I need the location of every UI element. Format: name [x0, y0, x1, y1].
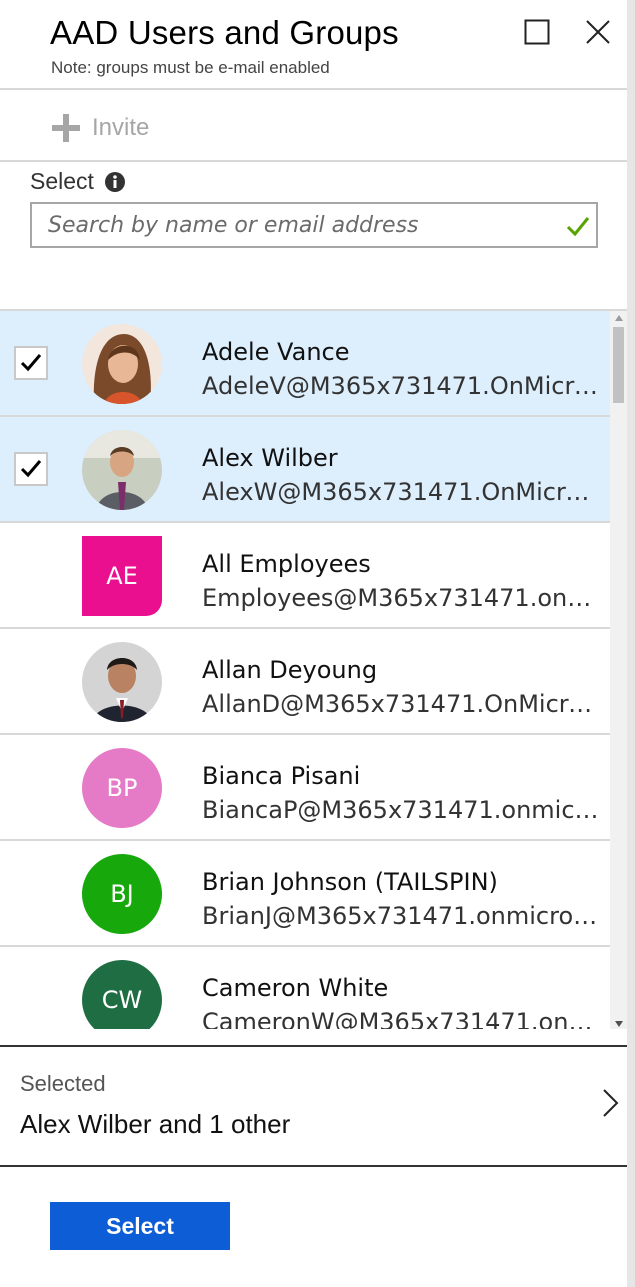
group-name: All Employees — [202, 550, 371, 578]
info-icon[interactable] — [104, 171, 126, 193]
valid-check-icon — [566, 217, 590, 237]
avatar: BP — [82, 748, 162, 828]
selected-summary-label: Selected — [20, 1071, 106, 1096]
avatar-initials: BP — [106, 774, 138, 802]
avatar-initials: CW — [101, 986, 143, 1014]
list-item-allan-deyoung[interactable]: Allan Deyoung AllanD@M365x731471.OnMicro… — [0, 629, 610, 735]
avatar-initials: AE — [106, 562, 138, 590]
scroll-down-arrow-icon[interactable] — [613, 1019, 624, 1029]
selected-summary[interactable]: Selected Alex Wilber and 1 other — [0, 1045, 627, 1167]
checkmark-icon — [20, 460, 42, 478]
row-checkbox[interactable] — [14, 452, 48, 486]
select-label-text: Select — [30, 168, 94, 194]
maximize-button[interactable] — [517, 12, 557, 52]
selected-summary-value: Alex Wilber and 1 other — [20, 1109, 291, 1139]
search-field — [30, 202, 598, 248]
window-edge — [627, 0, 635, 1287]
scroll-thumb[interactable] — [613, 327, 624, 403]
user-name: Brian Johnson (TAILSPIN) — [202, 868, 498, 896]
user-email: BrianJ@M365x731471.onmicroso... — [202, 902, 602, 930]
user-email: CameronW@M365x731471.onmi... — [202, 1008, 602, 1029]
avatar: CW — [82, 960, 162, 1029]
avatar-initials: BJ — [110, 880, 134, 908]
close-button[interactable] — [578, 12, 618, 52]
user-name: Bianca Pisani — [202, 762, 361, 790]
list-item-bianca-pisani[interactable]: BP Bianca Pisani BiancaP@M365x731471.onm… — [0, 735, 610, 841]
list-scrollbar[interactable] — [610, 311, 627, 1029]
user-email: AlexW@M365x731471.OnMicros... — [202, 478, 602, 506]
user-name: Cameron White — [202, 974, 389, 1002]
avatar — [82, 324, 162, 404]
plus-icon — [52, 114, 80, 142]
row-checkbox[interactable] — [14, 346, 48, 380]
invite-label: Invite — [92, 114, 150, 141]
user-name: Adele Vance — [202, 338, 350, 366]
invite-button[interactable]: Invite — [50, 108, 149, 148]
list-item-cameron-white[interactable]: CW Cameron White CameronW@M365x731471.on… — [0, 947, 610, 1029]
list-item-brian-johnson[interactable]: BJ Brian Johnson (TAILSPIN) BrianJ@M365x… — [0, 841, 610, 947]
close-icon — [586, 20, 610, 44]
header-divider — [0, 88, 627, 90]
user-list: Adele Vance AdeleV@M365x731471.OnMicro..… — [0, 309, 627, 1029]
user-name: Allan Deyoung — [202, 656, 378, 684]
group-email: Employees@M365x731471.onmi... — [202, 584, 602, 612]
panel-subtitle: Note: groups must be e-mail enabled — [51, 58, 330, 77]
list-item-alex-wilber[interactable]: Alex Wilber AlexW@M365x731471.OnMicros..… — [0, 417, 610, 523]
select-field-label: Select — [30, 168, 126, 195]
list-item-all-employees[interactable]: AE All Employees Employees@M365x731471.o… — [0, 523, 610, 629]
select-button[interactable]: Select — [50, 1202, 230, 1250]
avatar — [82, 642, 162, 722]
panel-title: AAD Users and Groups — [50, 14, 399, 51]
search-input[interactable] — [32, 204, 552, 246]
avatar: BJ — [82, 854, 162, 934]
maximize-icon — [524, 19, 550, 45]
user-email: BiancaP@M365x731471.onmicro... — [202, 796, 602, 824]
chevron-right-icon — [603, 1089, 619, 1117]
group-avatar: AE — [82, 536, 162, 616]
toolbar-divider — [0, 160, 627, 162]
checkmark-icon — [20, 354, 42, 372]
scroll-up-arrow-icon[interactable] — [613, 313, 624, 323]
user-email: AdeleV@M365x731471.OnMicro... — [202, 372, 602, 400]
users-groups-panel: AAD Users and Groups Note: groups must b… — [0, 0, 627, 1287]
user-name: Alex Wilber — [202, 444, 338, 472]
user-email: AllanD@M365x731471.OnMicros... — [202, 690, 602, 718]
avatar — [82, 430, 162, 510]
list-item-adele-vance[interactable]: Adele Vance AdeleV@M365x731471.OnMicro..… — [0, 311, 610, 417]
